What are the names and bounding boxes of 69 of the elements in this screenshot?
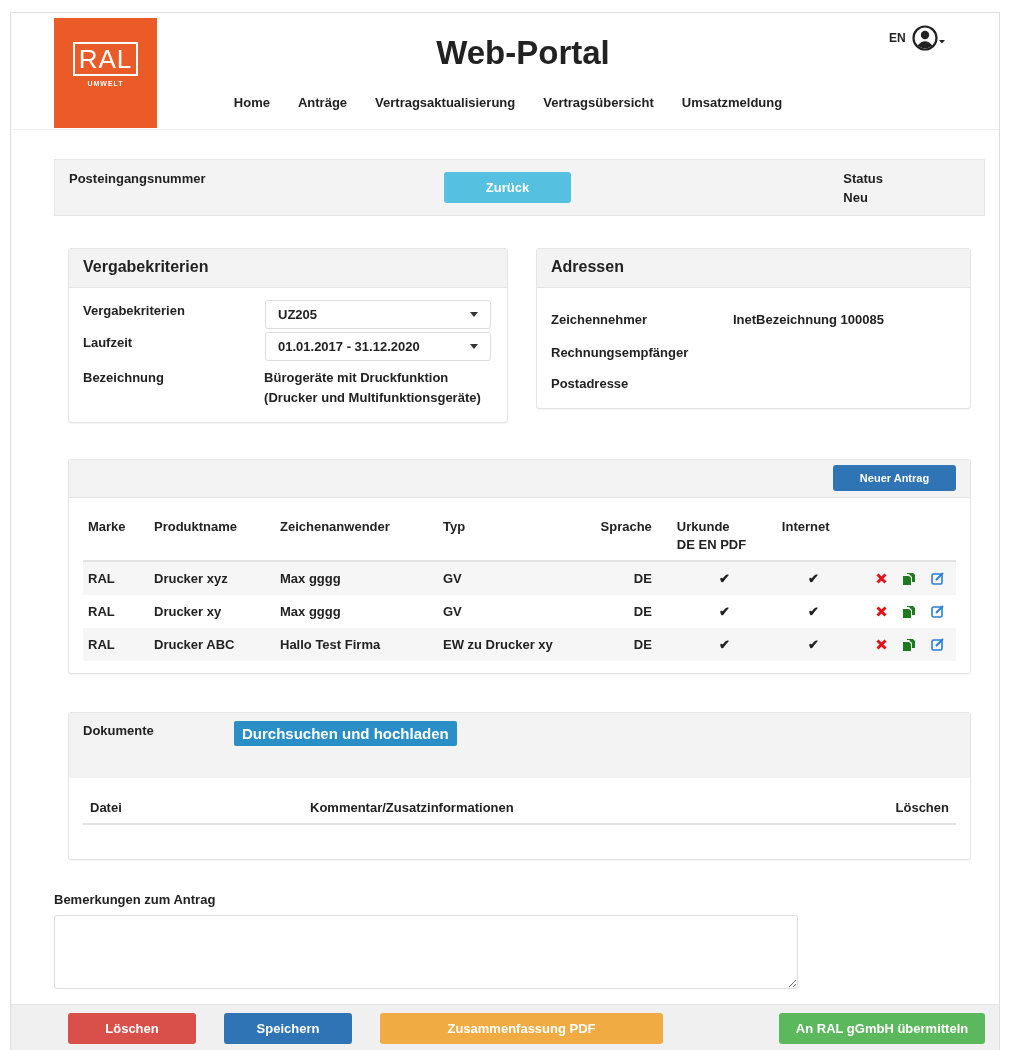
field-label: Bezeichnung [83, 369, 165, 385]
table-cell: Hallo Test Firma [275, 628, 438, 661]
table-cell: EW zu Drucker xy [438, 628, 576, 661]
table-cell: ✔ [776, 561, 850, 595]
delete-icon[interactable] [876, 639, 887, 650]
new-application-button[interactable]: Neuer Antrag [833, 465, 956, 491]
nav-link[interactable]: Home [233, 95, 270, 110]
nav-link[interactable]: Vertragsaktualisierung [375, 95, 516, 110]
status-value: Neu [843, 190, 869, 205]
panel-title: Vergabekriterien [69, 249, 507, 288]
edit-icon[interactable] [931, 605, 944, 618]
delete-icon[interactable] [876, 606, 887, 617]
table-cell: ✔ [671, 595, 777, 628]
dropdown[interactable]: UZ205 [265, 300, 491, 329]
edit-icon[interactable] [931, 572, 944, 585]
column-header: Löschen [895, 800, 949, 815]
action-button[interactable]: Speichern [224, 1013, 352, 1044]
table-cell: ✔ [776, 595, 850, 628]
nav-link[interactable]: Vertragsübersicht [543, 95, 654, 110]
panel-title: Adressen [537, 249, 970, 288]
section-label: Dokumente [83, 722, 155, 738]
table-cell: ✔ [776, 628, 850, 661]
dropdown[interactable]: 01.01.2017 - 31.12.2020 [265, 332, 491, 361]
action-button[interactable]: An RAL gGmbH übermitteln [779, 1013, 985, 1044]
field-label: Zeichennehmer [551, 312, 649, 327]
field-value: Bürogeräte mit Druckfunktion (Drucker und Multifunktionsgeräte) [264, 369, 482, 407]
table-cell: ✔ [671, 628, 777, 661]
field-label: Vergabekriterien [83, 302, 186, 318]
field-label: Bemerkungen zum Antrag [54, 892, 217, 907]
delete-icon[interactable] [876, 573, 887, 584]
column-header: Datei [90, 800, 123, 815]
copy-icon[interactable] [903, 572, 915, 585]
table-cell: ✔ [671, 561, 777, 595]
table-cell: DE [576, 595, 672, 628]
table-cell: RAL [83, 595, 149, 628]
action-button[interactable]: Löschen [68, 1013, 196, 1044]
table-cell: Drucker xy [149, 595, 275, 628]
caret-icon[interactable] [470, 312, 478, 317]
field-label: Rechnungsempfänger [551, 345, 690, 360]
field-label: Laufzeit [83, 334, 134, 350]
upload-button[interactable]: Durchsuchen und hochladen [234, 721, 457, 746]
field-value: InetBezeichnung 100085 [733, 312, 884, 327]
label: Posteingangsnummer [69, 171, 207, 186]
copy-icon[interactable] [903, 605, 915, 618]
column-header: Kommentar/Zusatzinformationen [310, 800, 515, 815]
table-cell: Max gggg [275, 595, 438, 628]
page-title: Web-Portal [436, 33, 610, 73]
table-cell: Drucker xyz [149, 561, 275, 595]
copy-icon[interactable] [903, 638, 915, 651]
table-cell: DE [576, 561, 672, 595]
nav-link[interactable]: Anträge [297, 95, 348, 110]
logo-text: RAL [72, 42, 139, 76]
dropdown-value: 01.01.2017 - 31.12.2020 [278, 339, 420, 354]
table-cell: Max gggg [275, 561, 438, 595]
table-cell: DE [576, 628, 672, 661]
edit-icon[interactable] [931, 638, 944, 651]
table-cell: GV [438, 595, 576, 628]
table-cell: RAL [83, 561, 149, 595]
table-cell: Drucker ABC [149, 628, 275, 661]
dropdown-value: UZ205 [278, 307, 318, 322]
caret-icon[interactable] [470, 344, 478, 349]
status-label: Status [843, 171, 883, 186]
field-label: Postadresse [551, 376, 630, 391]
table-cell: RAL [83, 628, 149, 661]
user-icon[interactable] [911, 25, 946, 51]
remarks-field[interactable] [54, 915, 798, 989]
language-code: EN [889, 31, 906, 45]
table-cell: GV [438, 561, 576, 595]
nav-link[interactable]: Umsatzmeldung [681, 95, 783, 110]
